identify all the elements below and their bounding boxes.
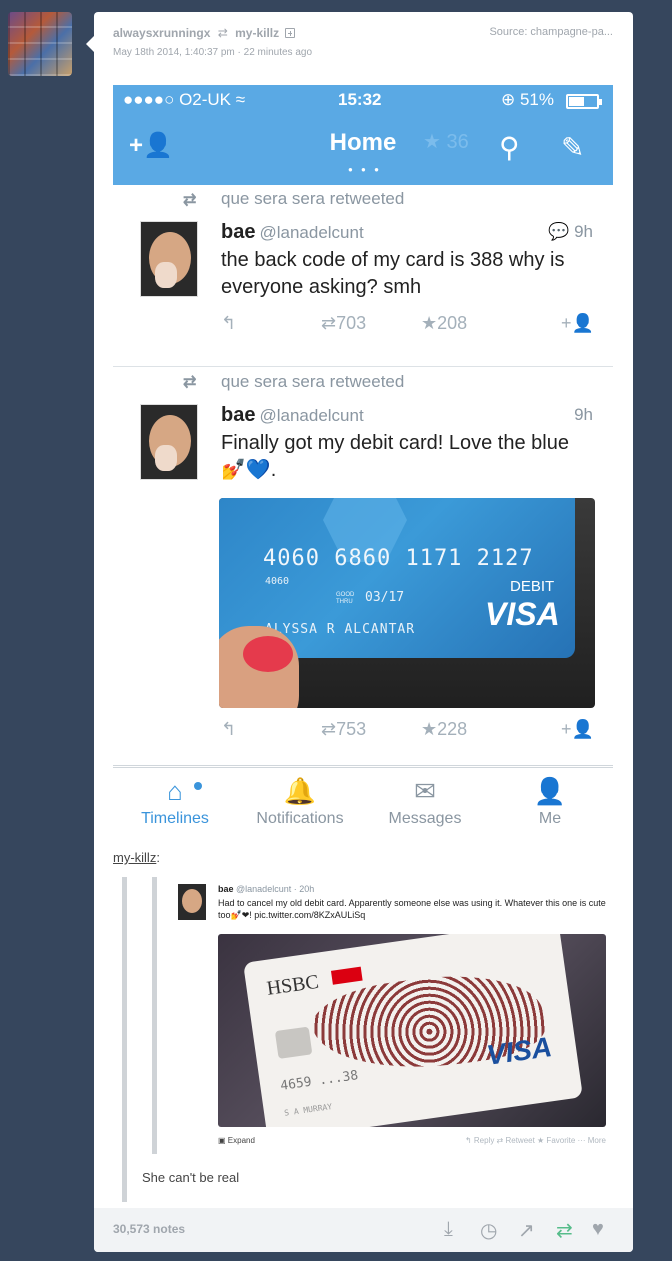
expand-link[interactable]: ▣ Expand — [218, 1136, 255, 1145]
carrier-label: ●●●●○ O2-UK ≈ — [123, 90, 246, 109]
debit-card-photo: 4060 6860 1171 2127 4060 GOOD THRU 03/17… — [219, 498, 595, 708]
source-link[interactable]: Source: champagne-pa... — [463, 26, 613, 38]
follow-plus-icon[interactable] — [285, 28, 296, 38]
hsbc-card-photo: HSBC 4659 ...38 VISA S A MURRAY — [218, 934, 606, 1127]
card-chip — [274, 1026, 313, 1059]
post-header: alwaysxrunningx ⇄ my-killz May 18th 2014… — [113, 26, 613, 66]
tweet-avatar — [140, 221, 198, 297]
tab-me: 👤 Me — [495, 776, 605, 828]
post-card: alwaysxrunningx ⇄ my-killz May 18th 2014… — [94, 12, 633, 1252]
reblog-attribution: my-killz: — [113, 850, 160, 865]
like-heart-icon[interactable]: ♥ — [592, 1218, 604, 1241]
history-icon[interactable]: ◷ — [480, 1218, 497, 1243]
card-holder: S A MURRAY — [283, 1102, 333, 1118]
tweet-text: the back code of my card is 388 why is e… — [221, 249, 565, 298]
embed-actions: ↰ Reply ⇄ Retweet ★ Favorite ··· More — [464, 1136, 606, 1145]
bell-icon: 🔔 — [283, 776, 317, 806]
reblog-caption: She can't be real — [142, 1170, 240, 1185]
follow-icon: +👤 — [561, 313, 594, 333]
twitter-navbar: +👤 ★ 36 Home ● ● ● ⚲ ✎ — [113, 115, 613, 185]
tab-notifications: 🔔 Notifications — [245, 776, 355, 828]
embed-text: Had to cancel my old debit card. Apparen… — [218, 898, 606, 920]
reblog-icon[interactable]: ⇄ — [556, 1218, 573, 1243]
nav-title: Home — [329, 129, 397, 156]
embed-author: bae @lanadelcunt · 20h — [218, 884, 315, 894]
reply-icon: ↰ — [221, 719, 237, 739]
post-footer: 30,573 notes ⤓ ◷ ↗ ⇄ ♥ — [94, 1208, 633, 1252]
visa-logo: VISA — [485, 596, 560, 632]
blog-avatar[interactable] — [8, 12, 72, 76]
home-icon: ⌂ — [167, 776, 183, 806]
card-small-number: 4060 — [265, 576, 290, 587]
quote-bar-outer — [122, 1077, 127, 1202]
retweet-count: ⇄ 753 — [321, 719, 367, 739]
card-number: 4659 ...38 — [279, 1068, 360, 1094]
favorite-count: ★ 208 — [421, 313, 468, 333]
favorite-count: ★ 228 — [421, 719, 468, 739]
quote-bar-outer — [122, 877, 127, 1077]
tweet-actions: ↰ ⇄ 753 ★ 228 +👤 — [221, 719, 601, 743]
battery-fill — [569, 97, 584, 106]
notes-count[interactable]: 30,573 notes — [113, 1222, 185, 1236]
card-holder: ALYSSA R ALCANTAR — [265, 622, 416, 637]
reblog-icon: ⇄ — [217, 26, 228, 40]
tweet-text: Finally got my debit card! Love the blue… — [221, 432, 569, 481]
retweet-icon: ⇄ — [183, 192, 197, 209]
ios-status-bar: ●●●●○ O2-UK ≈ 15:32 ⊕ 51% — [113, 85, 613, 115]
twitter-tabbar: ⌂ Timelines 🔔 Notifications ✉ Messages 👤… — [113, 765, 613, 841]
reblogged-from-link[interactable]: my-killz — [235, 26, 279, 40]
retweet-count: ⇄ 703 — [321, 313, 367, 333]
twitter-screenshot: ●●●●○ O2-UK ≈ 15:32 ⊕ 51% +👤 ★ 36 Home ●… — [113, 85, 613, 765]
follow-icon: +👤 — [561, 719, 594, 739]
fingernail — [243, 636, 293, 672]
reblog-user-link[interactable]: my-killz — [113, 850, 156, 865]
download-icon[interactable]: ⤓ — [444, 1218, 453, 1241]
tweet-avatar — [140, 404, 198, 480]
bank-name: HSBC — [265, 970, 321, 1000]
post-timestamp: May 18th 2014, 1:40:37 pm · 22 minutes a… — [113, 47, 313, 58]
retweeted-by: que sera sera retweeted — [221, 189, 405, 208]
hsbc-card: HSBC 4659 ...38 VISA S A MURRAY — [243, 934, 583, 1127]
tab-timelines: ⌂ Timelines — [120, 776, 230, 828]
envelope-icon: ✉ — [414, 776, 436, 806]
new-badge — [194, 782, 202, 790]
embedded-tweet: bae @lanadelcunt · 20h Had to cancel my … — [178, 884, 608, 1159]
card-type: DEBIT — [510, 578, 555, 595]
reblogger-link[interactable]: alwaysxrunningx — [113, 26, 210, 40]
tweet-time: 💬 9h — [548, 222, 593, 241]
person-icon: 👤 — [533, 776, 567, 806]
tab-messages: ✉ Messages — [370, 776, 480, 828]
quote-bar-inner — [152, 877, 157, 1154]
hsbc-logo — [330, 966, 363, 985]
battery-percent: ⊕ 51% — [501, 90, 554, 109]
card-number: 4060 6860 1171 2127 — [263, 546, 534, 571]
retweeted-by: que sera sera retweeted — [221, 372, 405, 391]
tweet-author: bae @lanadelcunt — [221, 404, 364, 426]
search-icon: ⚲ — [499, 132, 520, 163]
status-time: 15:32 — [338, 90, 382, 109]
card-expiry: 03/17 — [365, 590, 405, 605]
page-dots: ● ● ● — [348, 165, 382, 174]
tweet-divider — [113, 366, 613, 367]
retweet-icon: ⇄ — [183, 374, 197, 391]
tweet-author: bae @lanadelcunt — [221, 221, 364, 243]
compose-icon: ✎ — [561, 132, 585, 163]
share-icon[interactable]: ↗ — [518, 1218, 535, 1243]
post-pointer — [86, 36, 94, 52]
reply-icon: ↰ — [221, 313, 237, 333]
good-thru-label: GOOD THRU — [336, 592, 355, 605]
battery-icon — [566, 94, 602, 109]
embed-footer: ▣ Expand ↰ Reply ⇄ Retweet ★ Favorite ··… — [218, 1136, 606, 1145]
embed-avatar — [178, 884, 206, 920]
tweet-time: 9h — [574, 405, 593, 424]
tweet-actions: ↰ ⇄ 703 ★ 208 +👤 — [221, 313, 601, 337]
